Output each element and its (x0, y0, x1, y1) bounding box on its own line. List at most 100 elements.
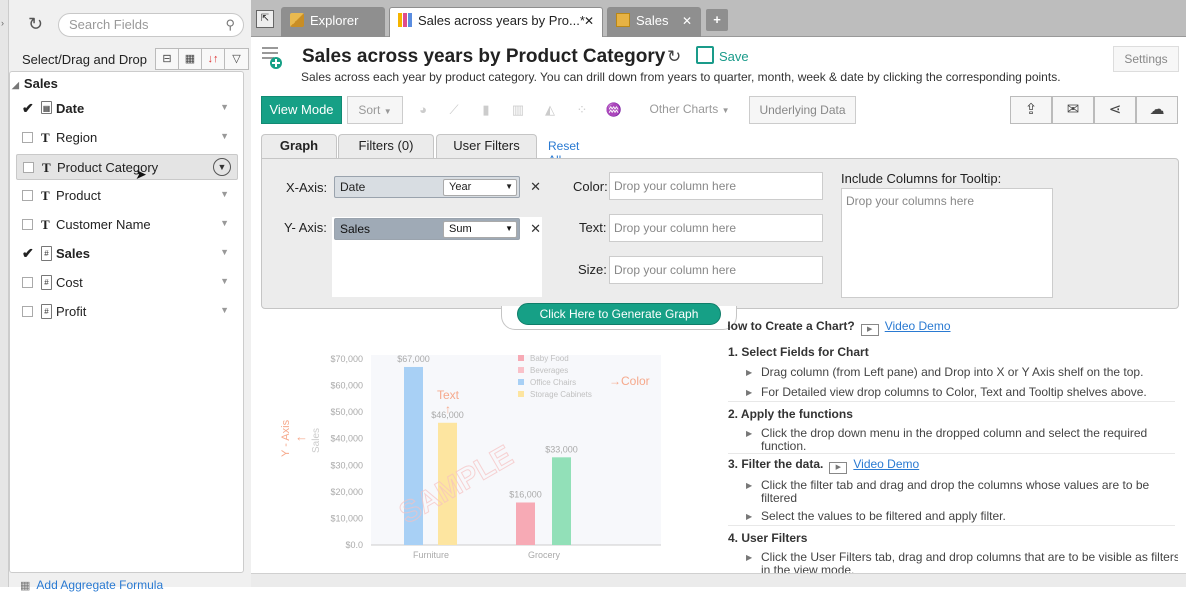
bottom-scrollbar[interactable] (251, 573, 1186, 587)
publish-cloud-icon[interactable]: ☁ (1136, 96, 1178, 124)
field-filter-icon[interactable]: ▼ (213, 158, 231, 176)
report-title[interactable]: Sales across years by Product Category (302, 46, 665, 68)
line-chart-icon[interactable]: ⟋ (445, 101, 463, 119)
restore-icon[interactable]: ⇱ (256, 10, 274, 28)
area-chart-icon[interactable]: ◭ (541, 101, 559, 119)
text-type-icon: T (41, 217, 50, 232)
color-dropzone[interactable]: Drop your column here (609, 172, 823, 200)
tab-explorer[interactable]: Explorer (281, 7, 385, 37)
close-tab-icon[interactable]: ✕ (584, 14, 594, 28)
email-icon[interactable]: ✉ (1052, 96, 1094, 124)
collapse-pane-handle[interactable]: › (0, 0, 9, 587)
tab-report[interactable]: Sales across years by Pro...* ✕ (389, 7, 603, 37)
chevron-down-icon: ▼ (383, 107, 392, 116)
stacked-bar-icon[interactable]: ▥ (509, 101, 527, 119)
field-row[interactable]: T Region ▼ (10, 125, 243, 151)
save-icon[interactable] (696, 46, 714, 64)
field-row[interactable]: # Profit ▼ (10, 299, 243, 325)
tooltip-dropzone[interactable]: Drop your columns here (841, 188, 1053, 298)
export-icon[interactable]: ⇪ (1010, 96, 1052, 124)
pie-chart-icon[interactable]: ◕ (414, 101, 432, 119)
refresh-icon[interactable]: ↻ (28, 14, 43, 35)
underlying-data-button[interactable]: Underlying Data (749, 96, 856, 124)
x-function-dropdown[interactable]: Year ▼ (443, 179, 517, 196)
field-row[interactable]: T Customer Name ▼ (10, 212, 243, 238)
field-row[interactable]: # Cost ▼ (10, 270, 243, 296)
field-checkbox[interactable]: ✔ (22, 246, 34, 260)
field-filter-icon[interactable]: ▼ (220, 189, 229, 199)
tab-sales[interactable]: Sales ✕ (607, 7, 701, 37)
field-filter-icon[interactable]: ▼ (220, 218, 229, 228)
field-checkbox[interactable] (22, 306, 33, 317)
bar-data-label: $33,000 (545, 444, 578, 454)
field-filter-icon[interactable]: ▼ (220, 131, 229, 141)
add-aggregate-formula-link[interactable]: ▦ Add Aggregate Formula (20, 578, 163, 592)
generate-graph-button[interactable]: Click Here to Generate Graph (517, 303, 721, 325)
report-description[interactable]: Sales across each year by product catego… (301, 70, 1061, 84)
field-checkbox[interactable]: ✔ (22, 101, 34, 115)
field-filter-icon[interactable]: ▼ (220, 276, 229, 286)
field-name: Profit (56, 304, 87, 319)
video-icon: ▶ (860, 324, 879, 336)
explorer-icon (290, 13, 304, 27)
grid-view-icon[interactable]: ▦ (179, 49, 202, 69)
bullet-icon: ▶ (746, 481, 753, 490)
sample-chart: $70,000 $60,000 $50,000 $40,000 $30,000 $20,0… (280, 354, 661, 560)
field-tools: ⊟ ▦ ↓↑ ▽ (155, 48, 249, 70)
collapse-all-icon[interactable]: ⊟ (156, 49, 179, 69)
report-editor: Sales across years by Product Category ↻… (251, 37, 1186, 587)
new-tab-button[interactable]: + (706, 9, 728, 31)
settings-button[interactable]: Settings (1113, 46, 1179, 72)
video-demo-link[interactable]: Video Demo (853, 457, 919, 471)
field-filter-icon[interactable]: ▼ (220, 247, 229, 257)
field-filter-icon[interactable]: ▼ (220, 102, 229, 112)
field-checkbox[interactable] (22, 190, 33, 201)
filter-icon[interactable]: ▽ (225, 49, 248, 69)
x-axis-pill[interactable]: Date Year ▼ ✕ (334, 176, 541, 198)
y-axis-pill[interactable]: Sales Sum ▼ ✕ (334, 218, 541, 240)
field-filter-icon[interactable]: ▼ (220, 305, 229, 315)
text-type-icon: T (41, 188, 50, 203)
share-icon[interactable]: ⋖ (1094, 96, 1136, 124)
scatter-chart-icon[interactable]: ⁘ (573, 101, 591, 119)
remove-icon[interactable]: ✕ (530, 221, 541, 237)
close-tab-icon[interactable]: ✕ (682, 14, 692, 28)
tab-graph[interactable]: Graph (261, 134, 337, 159)
y-axis-label: Y- Axis: (284, 220, 327, 235)
help-item: ▶ For Detailed view drop columns to Color… (746, 385, 1147, 399)
sort-icon[interactable]: ↓↑ (202, 49, 225, 69)
other-charts-dropdown[interactable]: Other Charts ▼ (636, 96, 743, 124)
number-type-icon: # (41, 246, 52, 261)
video-demo-link[interactable]: Video Demo (885, 319, 951, 333)
group-sales[interactable]: ◢ Sales (12, 76, 58, 91)
field-checkbox[interactable] (22, 219, 33, 230)
chevron-right-icon: › (1, 18, 4, 28)
tab-user-filters[interactable]: User Filters (436, 134, 537, 159)
remove-icon[interactable]: ✕ (530, 179, 541, 195)
view-mode-button[interactable]: View Mode (261, 96, 342, 124)
tab-filters[interactable]: Filters (0) (338, 134, 434, 159)
field-row[interactable]: T Product ▼ (10, 183, 243, 209)
search-fields-input[interactable]: Search Fields ⚲ (58, 13, 244, 37)
size-dropzone[interactable]: Drop your column here (609, 256, 823, 284)
map-chart-icon[interactable]: ♒ (605, 101, 623, 119)
formula-icon: ▦ (20, 580, 31, 592)
bar-data-label: $16,000 (509, 489, 542, 499)
save-button[interactable]: Save (719, 49, 749, 64)
field-checkbox[interactable] (22, 132, 33, 143)
field-row[interactable]: ✔ ▦ Date ▼ (10, 96, 243, 122)
refresh-icon[interactable]: ↻ (667, 47, 681, 67)
text-dropzone[interactable]: Drop your column here (609, 214, 823, 242)
color-label: Color: (573, 179, 608, 194)
bar-chart-icon[interactable]: ▮ (477, 101, 495, 119)
field-row[interactable]: ✔ # Sales ▼ (10, 241, 243, 267)
bar-chart-icon (398, 13, 412, 27)
sort-dropdown[interactable]: Sort ▼ (347, 96, 403, 124)
fields-list: ◢ Sales ✔ ▦ Date ▼ T Region ▼ T Product Category ▼… (9, 71, 244, 573)
y-function-dropdown[interactable]: Sum ▼ (443, 221, 517, 238)
annotation-text-label: Text (437, 388, 460, 402)
field-checkbox[interactable] (22, 277, 33, 288)
field-checkbox[interactable] (23, 162, 34, 173)
field-row[interactable]: T Product Category ▼ (16, 154, 238, 180)
help-item: ▶ Drag column (from Left pane) and Drop i… (746, 365, 1144, 379)
